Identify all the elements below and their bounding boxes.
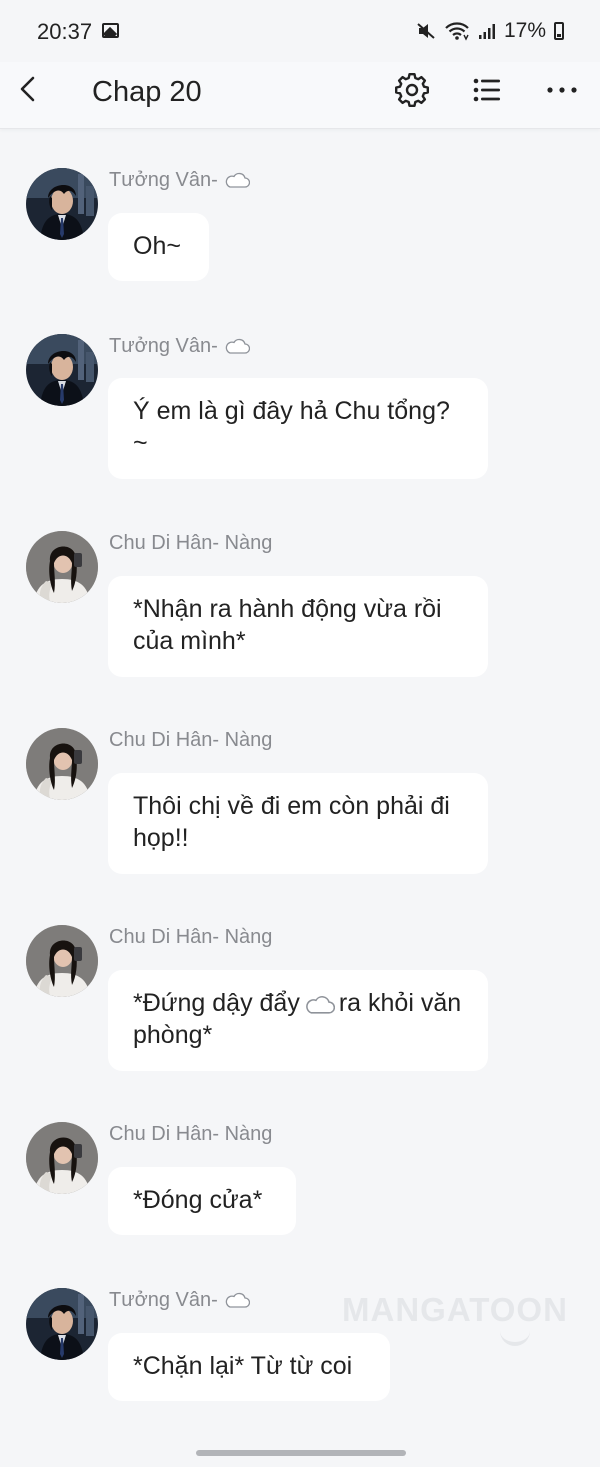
home-indicator[interactable]	[196, 1450, 406, 1456]
sender-name: Tưởng Vân-	[109, 1289, 250, 1312]
message-bubble: Thôi chị về đi em còn phải đi họp!!	[108, 773, 488, 874]
watermark-logo	[500, 1328, 530, 1346]
cloud-icon	[224, 338, 250, 354]
message-bubble: *Đóng cửa*	[108, 1167, 296, 1235]
cloud-icon	[304, 995, 335, 1014]
sender-label: Tưởng Vân-	[109, 1289, 218, 1311]
message-bubble: *Chặn lại* Từ từ coi	[108, 1333, 390, 1401]
mute-icon	[416, 21, 436, 41]
sender-name: Chu Di Hân- Nàng	[109, 729, 273, 751]
list-icon	[473, 78, 500, 102]
status-time: 20:37	[37, 19, 93, 44]
back-icon	[20, 76, 35, 102]
sender-name: Chu Di Hân- Nàng	[109, 926, 273, 948]
avatar[interactable]	[26, 531, 98, 603]
wifi-icon	[444, 21, 470, 41]
image-icon	[102, 23, 119, 38]
battery-level: 17%	[503, 19, 546, 42]
message-bubble: Oh~	[108, 213, 209, 281]
avatar[interactable]	[26, 168, 98, 240]
app-header: Chap 20	[0, 62, 600, 129]
page-title: Chap 20	[92, 76, 202, 108]
chapter-list-button[interactable]	[470, 73, 504, 107]
status-bar: 20:37 17%	[0, 0, 600, 62]
sender-name: Chu Di Hân- Nàng	[109, 1123, 273, 1145]
settings-button[interactable]	[395, 73, 429, 108]
sender-label: Tưởng Vân-	[109, 169, 218, 191]
sender-name: Tưởng Vân-	[109, 335, 250, 358]
more-icon	[547, 87, 577, 93]
back-button[interactable]	[14, 74, 44, 104]
sender-name: Tưởng Vân-	[109, 169, 250, 192]
avatar[interactable]	[26, 925, 98, 997]
message-bubble: Ý em là gì đây hả Chu tổng? ~	[108, 378, 488, 479]
avatar[interactable]	[26, 728, 98, 800]
more-options-button[interactable]	[545, 73, 579, 107]
message-bubble: *Nhận ra hành động vừa rồi của mình*	[108, 576, 488, 677]
avatar[interactable]	[26, 1288, 98, 1360]
status-icons: 17%	[416, 19, 564, 43]
cloud-icon	[224, 1292, 250, 1308]
battery-icon	[554, 22, 564, 40]
signal-icon	[478, 22, 496, 40]
message-text-before: *Đứng dậy đẩy	[133, 989, 300, 1017]
avatar[interactable]	[26, 334, 98, 406]
avatar[interactable]	[26, 1122, 98, 1194]
gear-icon	[395, 73, 429, 108]
watermark: MANGATOON	[342, 1291, 568, 1328]
sender-label: Tưởng Vân-	[109, 335, 218, 357]
cloud-icon	[224, 172, 250, 188]
message-bubble: *Đứng dậy đẩy ra khỏi văn phòng*	[108, 970, 488, 1071]
sender-name: Chu Di Hân- Nàng	[109, 532, 273, 554]
